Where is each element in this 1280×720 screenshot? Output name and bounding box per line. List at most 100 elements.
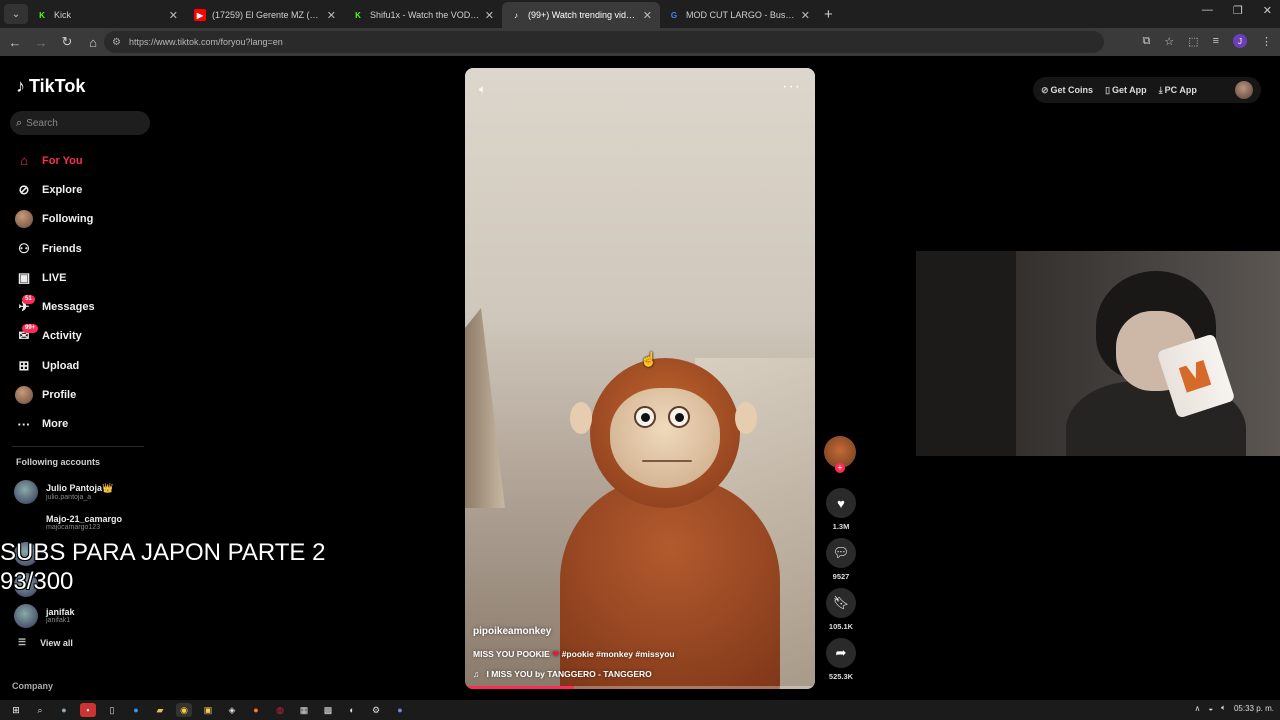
tab-close-icon[interactable]: ✕ (643, 9, 652, 22)
restore-icon[interactable]: ❐ (1233, 4, 1243, 17)
app-red-icon[interactable]: ▪ (80, 703, 96, 717)
obs-icon[interactable]: ◐ (344, 703, 360, 717)
like-count: 1.3M (832, 522, 850, 531)
home-icon: ⌂ (20, 153, 28, 169)
tab-title: MOD CUT LARGO - Buscar con Google (686, 10, 797, 20)
tab-close-icon[interactable]: ✕ (485, 9, 494, 22)
tray-chevron-icon[interactable]: ∧ (1194, 704, 1200, 713)
network-icon[interactable]: ◒ (1208, 704, 1213, 713)
sidebar-item-for-you[interactable]: ⌂ For You (14, 146, 144, 175)
search-taskbar-icon[interactable]: ⌕ (32, 703, 48, 717)
reload-icon[interactable]: ↻ (56, 34, 78, 50)
youtube-icon: ▶ (194, 9, 206, 21)
install-icon[interactable]: ⧉ (1142, 35, 1150, 48)
site-info-icon[interactable]: ⚙ (112, 37, 121, 48)
sidebar-item-following[interactable]: Following (14, 205, 144, 234)
following-account[interactable]: Majo-21_camargo majocamargo123 (14, 507, 154, 538)
home-icon[interactable]: ⌂ (82, 35, 104, 50)
activity-icon: ✉ 99+ (14, 324, 39, 346)
video-player[interactable]: 🔈︎ ··· ☝ pipoikeamonkey MISS YOU POOKIE … (465, 68, 815, 689)
sidebar-item-live[interactable]: ▣ LIVE (14, 263, 144, 292)
sidebar-item-label: More (42, 418, 69, 431)
extensions-icon[interactable]: ⬚ (1188, 35, 1198, 48)
list-icon: ☰ (18, 637, 27, 647)
volume-icon[interactable]: 🔈︎ (479, 82, 486, 97)
comment-icon[interactable]: 💬︎ (826, 538, 856, 568)
sidebar-item-explore[interactable]: ⊘ Explore (14, 175, 144, 204)
following-account[interactable]: janifak janifak1 (14, 600, 154, 631)
share-icon[interactable]: ➦ (826, 638, 856, 668)
sidebar-item-friends[interactable]: ⚇ Friends (14, 234, 144, 263)
discord-icon[interactable]: ● (392, 703, 408, 717)
app-gear-icon[interactable]: ⚙ (368, 703, 384, 717)
address-bar[interactable]: ⚙ https://www.tiktok.com/foryou?lang=en (104, 31, 1104, 53)
tab-close-icon[interactable]: ✕ (801, 9, 810, 22)
browser-menu-icon[interactable]: ⋮ (1261, 35, 1272, 48)
steam-icon[interactable]: ● (56, 703, 72, 717)
tab-search-button[interactable]: ⌄ (4, 4, 28, 24)
sidebar-item-upload[interactable]: ⊞ Upload (14, 351, 144, 380)
pc-app-button[interactable]: ⤓ PC App (1159, 85, 1197, 96)
app-grid-icon[interactable]: ▦ (296, 703, 312, 717)
hashtags[interactable]: #pookie #monkey #missyou (562, 649, 675, 659)
app-white-icon[interactable]: ◈ (224, 703, 240, 717)
sidebar-item-activity[interactable]: ✉ 99+ Activity (14, 322, 144, 351)
tab-close-icon[interactable]: ✕ (169, 9, 178, 22)
more-options-icon[interactable]: ··· (782, 78, 801, 96)
app-blue-icon[interactable]: ● (128, 703, 144, 717)
app-game-icon[interactable]: ▩ (320, 703, 336, 717)
clock[interactable]: 05:33 p. m. (1234, 704, 1274, 713)
browser-tab[interactable]: K Shifu1x - Watch the VOD on Kick ✕ (344, 2, 502, 28)
system-tray: ∧ ◒ 🔈︎ 05:33 p. m. (1194, 703, 1274, 713)
share-action[interactable]: ➦ 525.3K (824, 638, 858, 681)
follow-plus-icon[interactable]: + (835, 463, 845, 473)
forward-icon[interactable]: → (30, 35, 52, 50)
view-all-label: View all (40, 637, 73, 648)
close-window-icon[interactable]: ✕ (1263, 4, 1272, 17)
windows-start-icon[interactable]: ⊞ (8, 703, 24, 717)
following-account[interactable]: Julio Pantoja👑 julio.pantoja_a (14, 476, 154, 507)
document-icon[interactable]: ▯ (104, 703, 120, 717)
browser-tab[interactable]: G MOD CUT LARGO - Buscar con Google ✕ (660, 2, 818, 28)
app-orange-icon[interactable]: ● (248, 703, 264, 717)
like-action[interactable]: ♥ 1.3M (824, 488, 858, 531)
app-yellow-icon[interactable]: ▣ (200, 703, 216, 717)
folder-icon[interactable]: ▰ (152, 703, 168, 717)
url-text: https://www.tiktok.com/foryou?lang=en (128, 37, 283, 47)
video-music[interactable]: ♫ I MISS YOU by TANGGERO - TANGGERO (473, 669, 803, 679)
user-avatar[interactable] (1235, 81, 1253, 99)
sidebar-item-messages[interactable]: ✈ 51 Messages (14, 292, 144, 321)
back-icon[interactable]: ← (4, 35, 26, 50)
video-username[interactable]: pipoikeamonkey (473, 626, 803, 637)
browser-tab[interactable]: ♪ (99+) Watch trending videos for you ✕ (502, 2, 660, 28)
app-crimson-icon[interactable]: ◍ (272, 703, 288, 717)
search-input[interactable] (26, 117, 137, 129)
view-all-link[interactable]: ☰ View all (18, 637, 73, 648)
search-box[interactable]: ⌕ (10, 111, 150, 135)
get-app-button[interactable]: ▯ Get App (1105, 85, 1147, 96)
media-icon[interactable]: ≡ (1213, 35, 1219, 47)
chrome-icon[interactable]: ◉ (176, 703, 192, 717)
save-action[interactable]: 🔖︎ 105.1K (824, 588, 858, 631)
speaker-icon[interactable]: 🔈︎ (1221, 703, 1226, 713)
profile-avatar[interactable]: J (1233, 34, 1247, 48)
video-progress-bar[interactable] (465, 686, 815, 689)
creator-avatar[interactable]: + (824, 436, 856, 473)
bookmark-star-icon[interactable]: ☆ (1164, 35, 1174, 48)
heart-icon[interactable]: ♥ (826, 488, 856, 518)
sidebar-item-profile[interactable]: Profile (14, 380, 144, 409)
tiktok-logo[interactable]: ♪ TikTok (16, 76, 85, 97)
bookmark-icon[interactable]: 🔖︎ (826, 588, 856, 618)
company-link[interactable]: Company (12, 681, 53, 691)
save-count: 105.1K (828, 622, 854, 631)
tab-close-icon[interactable]: ✕ (327, 9, 336, 22)
get-coins-button[interactable]: ⊘ Get Coins (1041, 85, 1093, 96)
sidebar-item-more[interactable]: ··· More (14, 410, 144, 439)
browser-tab[interactable]: K Kick ✕ (28, 2, 186, 28)
new-tab-button[interactable]: + (824, 6, 833, 23)
sidebar-item-label: LIVE (42, 271, 67, 284)
browser-tab[interactable]: ▶ (17259) El Gerente MZ (En Vivo) ✕ (186, 2, 344, 28)
account-avatar (14, 511, 38, 535)
comment-action[interactable]: 💬︎ 9527 (824, 538, 858, 581)
minimize-icon[interactable]: — (1202, 4, 1213, 17)
